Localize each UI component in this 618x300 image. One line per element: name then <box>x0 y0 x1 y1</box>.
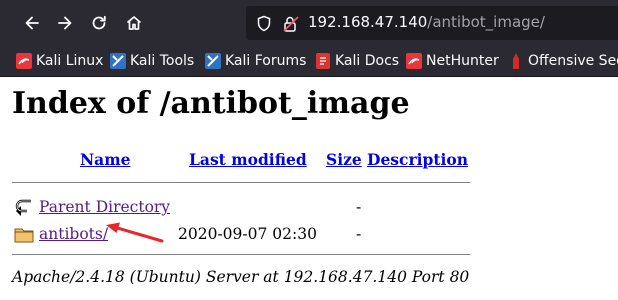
nethunter-icon <box>406 53 422 69</box>
bookmark-label: Kali Forums <box>225 53 307 69</box>
home-icon <box>126 16 142 30</box>
back-arrow-icon <box>25 16 39 30</box>
column-header-size[interactable]: Size <box>326 150 362 169</box>
bookmark-offensive-security[interactable]: Offensive Secu <box>508 51 618 71</box>
url-host: 192.168.47.140 <box>308 13 428 31</box>
bookmark-kali-forums[interactable]: Kali Forums <box>205 51 306 71</box>
reload-button[interactable] <box>84 8 114 38</box>
shield-icon[interactable] <box>256 15 272 32</box>
insecure-lock-icon[interactable] <box>282 15 300 33</box>
row-size: - <box>356 198 362 216</box>
parent-directory-link[interactable]: Parent Directory <box>39 198 170 216</box>
server-signature: Apache/2.4.18 (Ubuntu) Server at 192.168… <box>12 268 470 286</box>
column-header-last-modified[interactable]: Last modified <box>189 150 307 169</box>
forward-button[interactable] <box>50 8 80 38</box>
bookmark-kali-docs[interactable]: Kali Docs <box>315 51 399 71</box>
home-button[interactable] <box>119 8 149 38</box>
bookmark-label: NetHunter <box>426 53 499 69</box>
kali-docs-icon <box>316 53 330 69</box>
bookmarks-bar: Kali Linux Kali Tools Kali Forums Kali D… <box>0 46 618 77</box>
folder-icon <box>14 228 34 243</box>
back-button[interactable] <box>17 8 47 38</box>
bookmark-kali-tools[interactable]: Kali Tools <box>110 51 194 71</box>
page-title: Index of /antibot_image <box>12 86 410 121</box>
browser-toolbar: 192.168.47.140/antibot_image/ <box>0 0 618 46</box>
bookmark-nethunter[interactable]: NetHunter <box>406 51 499 71</box>
forward-arrow-icon <box>58 16 72 30</box>
row-last-modified: 2020-09-07 02:30 <box>178 225 317 243</box>
reload-icon <box>92 15 106 30</box>
column-header-description[interactable]: Description <box>367 150 468 169</box>
address-bar[interactable]: 192.168.47.140/antibot_image/ <box>246 6 618 40</box>
bookmark-label: Kali Linux <box>36 53 104 69</box>
kali-forums-icon <box>205 53 221 69</box>
table-bottom-divider <box>12 254 470 255</box>
row-size: - <box>356 225 362 243</box>
kali-icon <box>16 53 32 69</box>
page-content: Index of /antibot_image Name Last modifi… <box>0 77 618 300</box>
url-path: /antibot_image/ <box>427 13 545 31</box>
column-header-name[interactable]: Name <box>80 150 130 169</box>
table-top-divider <box>12 182 470 183</box>
antibots-folder-link[interactable]: antibots/ <box>39 225 108 243</box>
offsec-icon <box>512 53 520 69</box>
kali-tools-icon <box>110 53 126 69</box>
url-text[interactable]: 192.168.47.140/antibot_image/ <box>308 13 545 31</box>
bookmark-label: Kali Docs <box>335 53 400 69</box>
bookmark-label: Kali Tools <box>130 53 195 69</box>
bookmark-kali-linux[interactable]: Kali Linux <box>16 51 103 71</box>
bookmark-label: Offensive Secu <box>528 53 618 69</box>
back-arrow-icon <box>15 199 31 216</box>
annotation-arrow <box>106 222 164 243</box>
